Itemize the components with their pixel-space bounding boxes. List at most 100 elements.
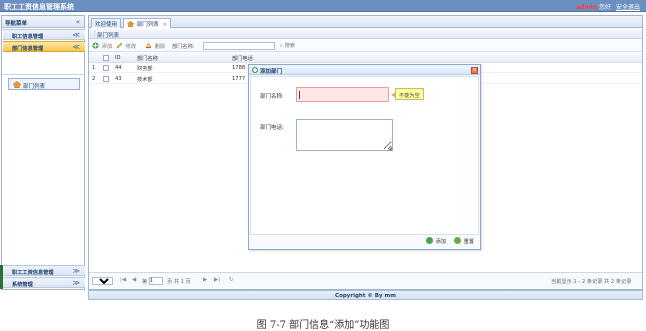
row-checkbox[interactable]	[103, 65, 109, 71]
reset-icon	[454, 237, 461, 244]
chevron-up-icon: ≪	[72, 31, 80, 39]
edit-button[interactable]: 修改	[116, 42, 136, 50]
sidebar-group-label: 部门信息管理	[12, 45, 44, 52]
user-area: admin 您好 安全退出	[576, 2, 640, 11]
add-department-dialog: 添加部门 × 部门名称: 不能为空 部门电话: ◢ 添加 重置	[248, 64, 481, 250]
sidebar-item-label: 部门列表	[23, 84, 46, 90]
delete-icon	[145, 42, 152, 49]
reset-button-label: 重置	[463, 239, 475, 245]
department-phone-label: 部门电话:	[260, 125, 284, 131]
app-header: 职工工资信息管理系统 admin 您好 安全退出	[0, 0, 646, 12]
department-phone: 1777	[232, 76, 246, 82]
dialog-actions: 添加 重置	[249, 235, 480, 249]
table-header: ID 部门名称 部门电话	[89, 53, 642, 63]
next-page-button[interactable]: ▶	[203, 277, 207, 283]
current-page-input[interactable]	[149, 277, 163, 285]
panel-title: 部门列表	[97, 33, 120, 39]
text-cursor	[299, 91, 300, 99]
last-page-button[interactable]: ▶|	[214, 277, 220, 283]
submit-add-department-button[interactable]: 添加	[426, 237, 446, 246]
sidebar-group-label: 职工信息管理	[12, 33, 44, 40]
edit-label: 修改	[125, 44, 137, 50]
sidebar-group-system[interactable]: 系统管理 ≫	[3, 277, 85, 288]
panel-header: ⋮ 部门列表	[89, 29, 642, 39]
record-summary: 当前显示 1 - 2 条记录 共 2 条记录	[551, 279, 632, 285]
add-label: 添加	[101, 44, 113, 50]
plus-icon	[92, 42, 99, 49]
department-name: 财务部	[137, 66, 153, 72]
department-name-input[interactable]	[296, 87, 389, 102]
search-label: 搜索	[284, 43, 295, 49]
user-name: admin	[576, 4, 598, 11]
table-pagination: 10 |◀ ◀ 第 页 共 1 页 ▶ ▶| ↻ 当前显示 1 - 2 条记录 …	[89, 272, 642, 289]
column-header-department-name: 部门名称	[137, 56, 158, 62]
row-checkbox[interactable]	[103, 76, 109, 82]
department-search-label: 部门名称:	[172, 44, 195, 50]
add-button-label: 添加	[435, 239, 447, 245]
page-count-text: 页 共 1 页	[167, 279, 191, 285]
tab-welcome[interactable]: 欢迎使用	[91, 18, 122, 28]
logout-link[interactable]: 安全退出	[616, 4, 640, 11]
previous-page-button[interactable]: ◀	[132, 277, 136, 283]
sidebar-group-salary-info[interactable]: 职工工资信息管理 ≫	[3, 265, 85, 276]
chevron-up-icon: ≪	[72, 43, 80, 51]
delete-label: 删除	[154, 44, 166, 50]
sidebar-group-department-info[interactable]: 部门信息管理 ≪	[3, 41, 85, 52]
select-all-checkbox[interactable]	[103, 55, 109, 61]
copyright-text: Copyright © By mm	[335, 293, 396, 299]
pencil-icon	[116, 42, 123, 49]
sidebar-header: 导航菜单 «	[2, 16, 84, 28]
department-search-input[interactable]	[203, 42, 275, 50]
add-button[interactable]: 添加	[92, 42, 112, 50]
tab-bar: 欢迎使用 部门列表 ×	[89, 16, 642, 28]
row-number: 1	[92, 65, 96, 71]
dialog-titlebar: 添加部门 ×	[249, 65, 480, 75]
page-size-select[interactable]: 10	[92, 277, 113, 285]
add-icon	[252, 67, 258, 73]
department-name-label: 部门名称:	[260, 94, 284, 100]
page-footer: Copyright © By mm	[88, 290, 643, 300]
tab-department-list[interactable]: 部门列表 ×	[123, 18, 172, 28]
reset-form-button[interactable]: 重置	[454, 237, 474, 246]
department-form: 部门名称: 不能为空 部门电话: ◢	[250, 76, 479, 235]
tab-label: 欢迎使用	[95, 22, 118, 28]
required-field-tooltip: 不能为空	[391, 88, 424, 100]
navigation-sidebar: 导航菜单 « 职工信息管理 ≪ 部门信息管理 ≪ 部门列表 职工工资信息管理 ≫…	[1, 15, 85, 290]
column-header-id: ID	[115, 55, 121, 61]
dialog-title: 添加部门	[260, 69, 283, 75]
sidebar-group-employee-info[interactable]: 职工信息管理 ≪	[3, 29, 85, 40]
department-phone: 1788	[232, 65, 246, 71]
close-dialog-button[interactable]: ×	[471, 67, 478, 74]
column-header-department-phone: 部门电话	[232, 56, 253, 62]
user-greeting: 您好	[599, 4, 612, 11]
home-icon	[13, 81, 21, 88]
sidebar-title: 导航菜单	[5, 21, 28, 27]
sidebar-group-label: 系统管理	[12, 281, 33, 288]
search-button[interactable]: ⌕ 搜索	[280, 42, 295, 50]
page-prefix: 第	[142, 279, 148, 285]
department-submenu: 部门列表	[3, 74, 85, 276]
home-icon	[127, 21, 134, 27]
resize-handle-icon[interactable]: ◢	[388, 146, 477, 233]
figure-caption: 图 7-7 部门信息“添加”功能图	[256, 320, 390, 331]
sidebar-item-department-list[interactable]: 部门列表	[8, 78, 80, 90]
row-number: 2	[92, 76, 96, 82]
tab-label: 部门列表	[136, 22, 159, 28]
chevron-down-icon: ≫	[72, 267, 80, 275]
department-name: 技术部	[137, 77, 153, 83]
department-id: 44	[115, 65, 122, 71]
sidebar-group-label: 职工工资信息管理	[12, 269, 54, 276]
plus-icon	[426, 237, 433, 244]
close-tab-icon[interactable]: ×	[163, 22, 168, 28]
first-page-button[interactable]: |◀	[120, 277, 126, 283]
delete-button[interactable]: 删除	[145, 42, 165, 50]
department-id: 43	[115, 76, 122, 82]
chevron-down-icon: ≫	[72, 279, 80, 287]
collapse-sidebar-icon[interactable]: «	[76, 18, 80, 26]
app-title: 职工工资信息管理系统	[4, 3, 74, 11]
side-dock-tab	[0, 265, 3, 289]
search-icon: ⌕	[280, 43, 283, 49]
department-phone-textarea[interactable]	[296, 119, 393, 151]
refresh-icon[interactable]: ↻	[229, 277, 234, 283]
department-toolbar: 添加 修改 删除 部门名称: ⌕ 搜索	[89, 40, 642, 52]
